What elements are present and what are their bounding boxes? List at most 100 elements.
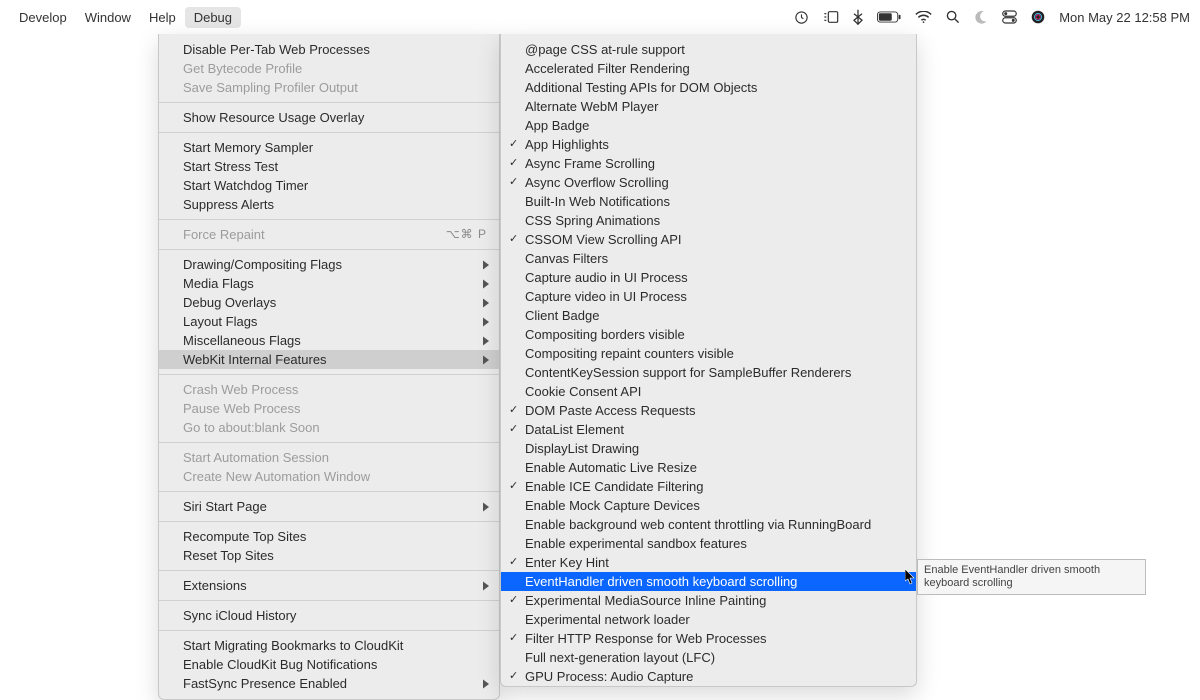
menubar-item-window[interactable]: Window [76, 7, 140, 28]
feature-label: CSSOM View Scrolling API [525, 232, 682, 247]
menu-item[interactable]: Start Watchdog Timer [159, 176, 499, 195]
feature-toggle-item[interactable]: Enable experimental sandbox features [501, 534, 916, 553]
feature-toggle-item[interactable]: ✓Enter Key Hint [501, 553, 916, 572]
menu-item[interactable]: Suppress Alerts [159, 195, 499, 214]
wifi-icon[interactable] [915, 11, 932, 23]
menu-item[interactable]: Start Stress Test [159, 157, 499, 176]
menu-item-label: Extensions [183, 578, 247, 593]
feature-toggle-item[interactable]: Full next-generation layout (LFC) [501, 648, 916, 667]
menu-item[interactable]: Siri Start Page [159, 497, 499, 516]
menu-item[interactable]: Debug Overlays [159, 293, 499, 312]
menu-item-label: Force Repaint [183, 227, 265, 242]
feature-label: Canvas Filters [525, 251, 608, 266]
bluetooth-icon[interactable] [853, 9, 863, 25]
feature-toggle-item[interactable]: Enable Mock Capture Devices [501, 496, 916, 515]
menu-item[interactable]: Enable CloudKit Bug Notifications [159, 655, 499, 674]
menubar-clock[interactable]: Mon May 22 12:58 PM [1059, 10, 1190, 25]
menubar-item-debug[interactable]: Debug [185, 7, 241, 28]
feature-toggle-item[interactable]: Compositing repaint counters visible [501, 344, 916, 363]
menu-item[interactable]: Start Memory Sampler [159, 138, 499, 157]
menu-item[interactable]: Sync iCloud History [159, 606, 499, 625]
feature-toggle-item[interactable]: Capture video in UI Process [501, 287, 916, 306]
feature-toggle-item[interactable]: ✓GPU Process: Audio Capture [501, 667, 916, 686]
feature-toggle-item[interactable]: ContentKeySession support for SampleBuff… [501, 363, 916, 382]
feature-toggle-item[interactable]: ✓Async Frame Scrolling [501, 154, 916, 173]
feature-toggle-item[interactable]: ✓Enable ICE Candidate Filtering [501, 477, 916, 496]
check-icon: ✓ [509, 422, 518, 437]
menu-item: Crash Web Process [159, 380, 499, 399]
feature-label: App Highlights [525, 137, 609, 152]
feature-toggle-item[interactable]: DisplayList Drawing [501, 439, 916, 458]
feature-label: Capture audio in UI Process [525, 270, 688, 285]
feature-toggle-item[interactable]: ✓DOM Paste Access Requests [501, 401, 916, 420]
check-icon: ✓ [509, 232, 518, 247]
feature-toggle-item[interactable]: CSS Spring Animations [501, 211, 916, 230]
timemachine-icon[interactable] [794, 10, 809, 25]
feature-toggle-item[interactable]: Compositing borders visible [501, 325, 916, 344]
feature-label: Async Overflow Scrolling [525, 175, 669, 190]
feature-toggle-item[interactable]: @page CSS at-rule support [501, 40, 916, 59]
feature-toggle-item[interactable]: Accelerated Filter Rendering [501, 59, 916, 78]
control-center-icon[interactable] [1002, 10, 1017, 24]
menubar-item-develop[interactable]: Develop [10, 7, 76, 28]
siri-icon[interactable] [1031, 10, 1045, 24]
feature-toggle-item[interactable]: ✓Experimental MediaSource Inline Paintin… [501, 591, 916, 610]
feature-toggle-item[interactable]: Enable Automatic Live Resize [501, 458, 916, 477]
feature-label: Enter Key Hint [525, 555, 609, 570]
menu-separator [159, 132, 499, 133]
webkit-internal-features-panel: @page CSS at-rule supportAccelerated Fil… [500, 34, 917, 687]
battery-icon[interactable] [877, 11, 901, 23]
feature-toggle-item[interactable]: ✓Async Overflow Scrolling [501, 173, 916, 192]
stage-manager-icon[interactable] [823, 10, 839, 24]
search-icon[interactable] [946, 10, 960, 24]
feature-toggle-item[interactable]: ✓Filter HTTP Response for Web Processes [501, 629, 916, 648]
menu-item-label: WebKit Internal Features [183, 352, 327, 367]
feature-toggle-item[interactable]: Additional Testing APIs for DOM Objects [501, 78, 916, 97]
menu-item[interactable]: Media Flags [159, 274, 499, 293]
feature-toggle-item[interactable]: Client Badge [501, 306, 916, 325]
menu-item-label: Suppress Alerts [183, 197, 274, 212]
feature-toggle-item[interactable]: Experimental network loader [501, 610, 916, 629]
menu-item-label: Disable Per-Tab Web Processes [183, 42, 370, 57]
feature-toggle-item[interactable]: Enable background web content throttling… [501, 515, 916, 534]
feature-label: Cookie Consent API [525, 384, 641, 399]
feature-toggle-item[interactable]: ✓ CSSOM View Scrolling API [501, 230, 916, 249]
menu-item[interactable]: Show Resource Usage Overlay [159, 108, 499, 127]
menu-item[interactable]: Miscellaneous Flags [159, 331, 499, 350]
menubar-item-help[interactable]: Help [140, 7, 185, 28]
feature-toggle-item[interactable]: Cookie Consent API [501, 382, 916, 401]
menu-item-label: Start Migrating Bookmarks to CloudKit [183, 638, 403, 653]
menubar: Develop Window Help Debug [0, 0, 1200, 33]
check-icon: ✓ [509, 479, 518, 494]
feature-label: Async Frame Scrolling [525, 156, 655, 171]
menu-item[interactable]: WebKit Internal Features [159, 350, 499, 369]
feature-toggle-item[interactable]: Built-In Web Notifications [501, 192, 916, 211]
menu-item[interactable]: Start Migrating Bookmarks to CloudKit [159, 636, 499, 655]
tooltip: Enable EventHandler driven smooth keyboa… [917, 559, 1146, 595]
menu-item[interactable]: Disable Per-Tab Web Processes [159, 40, 499, 59]
feature-toggle-item[interactable]: ✓DataList Element [501, 420, 916, 439]
feature-toggle-item[interactable]: EventHandler driven smooth keyboard scro… [501, 572, 916, 591]
menu-item[interactable]: Layout Flags [159, 312, 499, 331]
menu-item[interactable]: Recompute Top Sites [159, 527, 499, 546]
menu-item: Start Automation Session [159, 448, 499, 467]
feature-toggle-item[interactable]: App Badge [501, 116, 916, 135]
menu-item[interactable]: Extensions [159, 576, 499, 595]
moon-icon[interactable] [974, 10, 988, 24]
menu-item-label: Start Memory Sampler [183, 140, 313, 155]
feature-toggle-item[interactable]: Canvas Filters [501, 249, 916, 268]
menu-item[interactable]: Reset Top Sites [159, 546, 499, 565]
menu-item[interactable]: Drawing/Compositing Flags [159, 255, 499, 274]
menu-separator [159, 570, 499, 571]
feature-label: Alternate WebM Player [525, 99, 658, 114]
menu-item-label: Siri Start Page [183, 499, 267, 514]
feature-label: DOM Paste Access Requests [525, 403, 696, 418]
feature-label: Capture video in UI Process [525, 289, 687, 304]
chevron-right-icon [483, 676, 489, 691]
menu-item-label: Save Sampling Profiler Output [183, 80, 358, 95]
feature-toggle-item[interactable]: Alternate WebM Player [501, 97, 916, 116]
feature-label: Experimental MediaSource Inline Painting [525, 593, 766, 608]
feature-toggle-item[interactable]: Capture audio in UI Process [501, 268, 916, 287]
feature-toggle-item[interactable]: ✓App Highlights [501, 135, 916, 154]
menu-item[interactable]: FastSync Presence Enabled [159, 674, 499, 693]
